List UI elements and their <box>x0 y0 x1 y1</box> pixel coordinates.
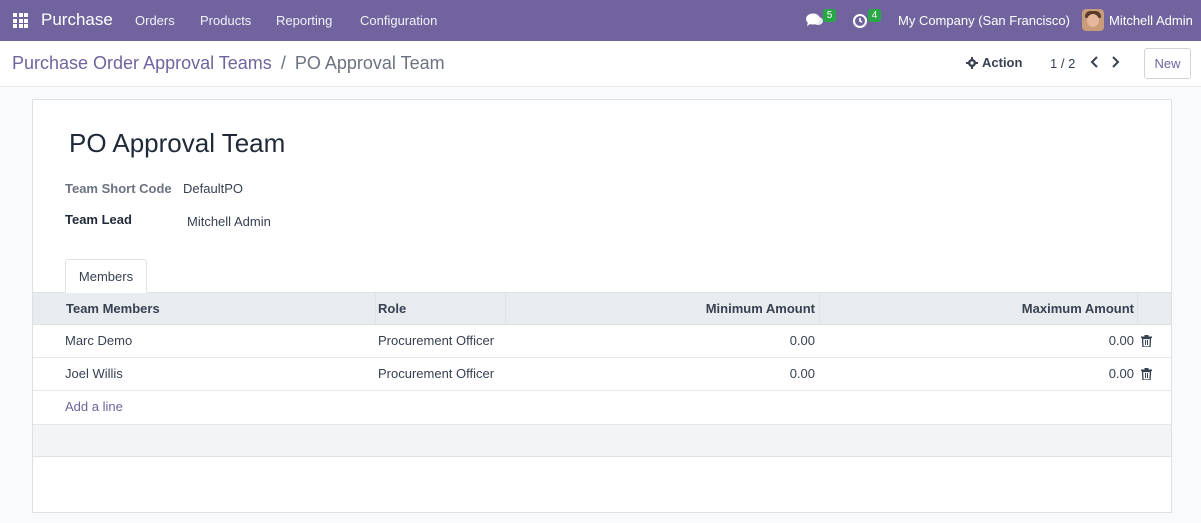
action-button[interactable]: Action <box>966 55 1022 70</box>
table-footer <box>33 424 1171 457</box>
role-cell[interactable]: Procurement Officer <box>378 325 494 357</box>
table-row[interactable]: Marc Demo Procurement Officer 0.00 0.00 <box>33 325 1171 358</box>
member-cell[interactable]: Joel Willis <box>65 358 123 390</box>
add-line-link[interactable]: Add a line <box>65 391 123 423</box>
pager-value[interactable]: 1 / 2 <box>1050 56 1075 71</box>
column-role[interactable]: Role <box>378 293 406 325</box>
team-lead-label: Team Lead <box>65 212 132 227</box>
control-panel: Purchase Order Approval Teams / PO Appro… <box>0 41 1201 87</box>
new-button[interactable]: New <box>1144 48 1191 79</box>
column-minimum-amount[interactable]: Minimum Amount <box>513 293 815 325</box>
notebook-tabs: Members <box>33 259 1171 293</box>
activity-badge: 4 <box>868 9 881 22</box>
role-cell[interactable]: Procurement Officer <box>378 358 494 390</box>
column-maximum-amount[interactable]: Maximum Amount <box>823 293 1134 325</box>
menu-reporting[interactable]: Reporting <box>276 13 332 28</box>
user-menu[interactable]: Mitchell Admin <box>1109 13 1193 28</box>
record-title[interactable]: PO Approval Team <box>69 128 285 159</box>
menu-orders[interactable]: Orders <box>135 13 175 28</box>
breadcrumb-separator: / <box>280 53 286 73</box>
short-code-field[interactable]: DefaultPO <box>183 181 243 196</box>
chat-badge: 5 <box>823 9 836 22</box>
app-brand[interactable]: Purchase <box>41 10 113 30</box>
max-amount-cell[interactable]: 0.00 <box>823 358 1134 390</box>
company-switcher[interactable]: My Company (San Francisco) <box>898 13 1070 28</box>
column-team-members[interactable]: Team Members <box>66 293 160 325</box>
min-amount-cell[interactable]: 0.00 <box>513 358 815 390</box>
clock-icon <box>853 14 867 28</box>
team-lead-field[interactable]: Mitchell Admin <box>187 214 271 229</box>
table-row[interactable]: Joel Willis Procurement Officer 0.00 0.0… <box>33 358 1171 391</box>
trash-icon[interactable] <box>1141 335 1152 347</box>
breadcrumb: Purchase Order Approval Teams / PO Appro… <box>12 53 445 74</box>
chat-icon <box>806 13 823 26</box>
breadcrumb-parent[interactable]: Purchase Order Approval Teams <box>12 53 272 73</box>
menu-products[interactable]: Products <box>200 13 251 28</box>
apps-menu-icon[interactable] <box>13 13 28 28</box>
members-table: Team Members Role Minimum Amount Maximum… <box>33 293 1171 457</box>
gear-icon <box>966 56 978 69</box>
user-avatar[interactable] <box>1082 9 1104 31</box>
menu-configuration[interactable]: Configuration <box>360 13 437 28</box>
action-label: Action <box>982 55 1023 70</box>
add-line-row: Add a line <box>33 391 1171 424</box>
tab-members[interactable]: Members <box>65 259 147 293</box>
top-navbar: Purchase Orders Products Reporting Confi… <box>0 0 1201 41</box>
breadcrumb-current: PO Approval Team <box>294 53 445 73</box>
chevron-right-icon[interactable] <box>1109 54 1123 70</box>
chevron-left-icon[interactable] <box>1087 54 1101 70</box>
form-sheet: PO Approval Team Team Short Code Default… <box>32 99 1172 513</box>
max-amount-cell[interactable]: 0.00 <box>823 325 1134 357</box>
short-code-label: Team Short Code <box>65 181 172 196</box>
min-amount-cell[interactable]: 0.00 <box>513 325 815 357</box>
table-header: Team Members Role Minimum Amount Maximum… <box>33 293 1171 325</box>
member-cell[interactable]: Marc Demo <box>65 325 132 357</box>
trash-icon[interactable] <box>1141 368 1152 380</box>
